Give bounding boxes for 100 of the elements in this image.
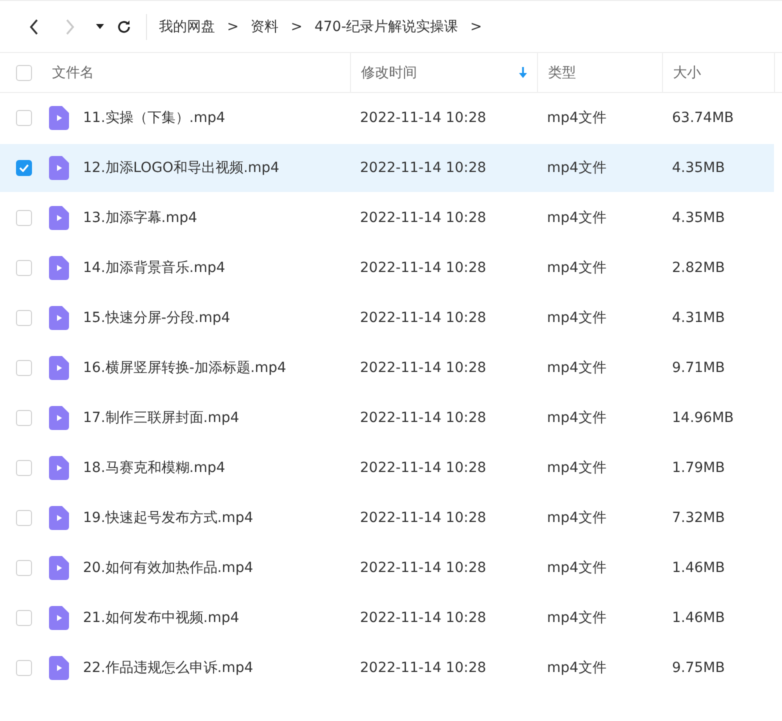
- checkbox[interactable]: [16, 260, 32, 276]
- modified-time: 2022-11-14 10:28: [359, 610, 488, 626]
- file-type: mp4文件: [546, 659, 608, 677]
- video-file-icon: [49, 456, 69, 480]
- breadcrumb-separator: >: [227, 18, 239, 34]
- file-name: 13.加添字幕.mp4: [83, 209, 198, 227]
- file-size: 4.31MB: [671, 310, 726, 326]
- file-name: 21.如何发布中视频.mp4: [83, 609, 240, 627]
- column-header[interactable]: 修改时间: [361, 53, 527, 92]
- modified-time: 2022-11-14 10:28: [359, 460, 488, 476]
- refresh-icon: [116, 18, 132, 34]
- file-name: 14.加添背景音乐.mp4: [83, 259, 226, 277]
- video-file-icon: [49, 606, 69, 630]
- file-name: 19.快速起号发布方式.mp4: [83, 509, 254, 527]
- modified-time: 2022-11-14 10:28: [359, 310, 488, 326]
- modified-time: 2022-11-14 10:28: [359, 110, 488, 126]
- checkbox[interactable]: [16, 510, 32, 526]
- video-file-icon: [49, 306, 69, 330]
- column-header[interactable]: 文件名: [52, 53, 340, 92]
- file-size: 4.35MB: [671, 210, 726, 226]
- checkbox[interactable]: [16, 110, 32, 126]
- file-row[interactable]: 18.马赛克和模糊.mp4 2022-11-14 10:28 mp4文件 1.79MB: [0, 444, 774, 492]
- modified-time: 2022-11-14 10:28: [359, 510, 488, 526]
- file-row[interactable]: 14.加添背景音乐.mp4 2022-11-14 10:28 mp4文件 2.82MB: [0, 244, 774, 292]
- video-file-icon: [49, 256, 69, 280]
- file-type: mp4文件: [546, 509, 608, 527]
- modified-time: 2022-11-14 10:28: [359, 260, 488, 276]
- file-type: mp4文件: [546, 559, 608, 577]
- breadcrumb-item[interactable]: 资料: [250, 18, 279, 36]
- checkbox[interactable]: [16, 360, 32, 376]
- modified-time: 2022-11-14 10:28: [359, 210, 488, 226]
- checkbox[interactable]: [16, 660, 32, 676]
- video-file-icon: [49, 206, 69, 230]
- file-row[interactable]: 16.横屏竖屏转换-加添标题.mp4 2022-11-14 10:28 mp4文件 9.71MB: [0, 344, 774, 392]
- video-file-icon: [49, 356, 69, 380]
- file-type: mp4文件: [546, 359, 608, 377]
- file-size: 4.35MB: [671, 160, 726, 176]
- column-header[interactable]: 大小: [673, 53, 764, 92]
- file-name: 16.横屏竖屏转换-加添标题.mp4: [83, 359, 286, 377]
- breadcrumb-separator: >: [470, 18, 482, 34]
- checkbox[interactable]: [16, 160, 32, 176]
- file-name: 17.制作三联屏封面.mp4: [83, 409, 240, 427]
- caret-icon: [96, 24, 104, 29]
- file-name: 20.如何有效加热作品.mp4: [83, 559, 254, 577]
- video-file-icon: [49, 406, 69, 430]
- video-file-icon: [49, 156, 69, 180]
- checkbox[interactable]: [16, 460, 32, 476]
- chevron-left-icon: [29, 18, 39, 34]
- file-name: 12.加添LOGO和导出视频.mp4: [83, 159, 280, 177]
- file-name: 11.实操（下集）.mp4: [83, 109, 226, 127]
- modified-time: 2022-11-14 10:28: [359, 560, 488, 576]
- chevron-right-icon: [65, 18, 75, 34]
- checkbox[interactable]: [16, 410, 32, 426]
- file-row[interactable]: 19.快速起号发布方式.mp4 2022-11-14 10:28 mp4文件 7.32MB: [0, 494, 774, 542]
- breadcrumb-item[interactable]: 我的网盘: [159, 18, 215, 36]
- checkbox[interactable]: [16, 610, 32, 626]
- file-type: mp4文件: [546, 459, 608, 477]
- file-type: mp4文件: [546, 159, 608, 177]
- file-size: 9.71MB: [671, 360, 726, 376]
- file-row[interactable]: 22.作品违规怎么申诉.mp4 2022-11-14 10:28 mp4文件 9.75MB: [0, 644, 774, 692]
- file-type: mp4文件: [546, 609, 608, 627]
- modified-time: 2022-11-14 10:28: [359, 360, 488, 376]
- file-row[interactable]: 21.如何发布中视频.mp4 2022-11-14 10:28 mp4文件 1.46MB: [0, 594, 774, 642]
- breadcrumb-item[interactable]: 470-纪录片解说实操课: [314, 18, 458, 36]
- checkbox[interactable]: [16, 210, 32, 226]
- file-row[interactable]: 13.加添字幕.mp4 2022-11-14 10:28 mp4文件 4.35MB: [0, 194, 774, 242]
- file-size: 1.46MB: [671, 610, 726, 626]
- sort-arrow-icon: [519, 67, 527, 78]
- checkbox[interactable]: [16, 64, 32, 80]
- video-file-icon: [49, 106, 69, 130]
- video-file-icon: [49, 556, 69, 580]
- checkbox[interactable]: [16, 310, 32, 326]
- checkbox[interactable]: [16, 560, 32, 576]
- video-file-icon: [49, 506, 69, 530]
- file-row[interactable]: 17.制作三联屏封面.mp4 2022-11-14 10:28 mp4文件 14.96MB: [0, 394, 774, 442]
- file-type: mp4文件: [546, 209, 608, 227]
- column-header[interactable]: 类型: [548, 53, 652, 92]
- file-name: 15.快速分屏-分段.mp4: [83, 309, 230, 327]
- file-type: mp4文件: [546, 309, 608, 327]
- modified-time: 2022-11-14 10:28: [359, 660, 488, 676]
- file-size: 7.32MB: [671, 510, 726, 526]
- video-file-icon: [49, 656, 69, 680]
- file-name: 22.作品违规怎么申诉.mp4: [83, 659, 254, 677]
- file-type: mp4文件: [546, 409, 608, 427]
- file-size: 14.96MB: [671, 410, 735, 426]
- file-type: mp4文件: [546, 259, 608, 277]
- breadcrumb-separator: >: [290, 18, 302, 34]
- file-row[interactable]: 11.实操（下集）.mp4 2022-11-14 10:28 mp4文件 63.74MB: [0, 94, 774, 142]
- file-row[interactable]: 12.加添LOGO和导出视频.mp4 2022-11-14 10:28 mp4文件 4.35MB: [0, 144, 774, 192]
- file-size: 2.82MB: [671, 260, 726, 276]
- file-row[interactable]: 20.如何有效加热作品.mp4 2022-11-14 10:28 mp4文件 1.46MB: [0, 544, 774, 592]
- file-size: 63.74MB: [671, 110, 735, 126]
- file-name: 18.马赛克和模糊.mp4: [83, 459, 226, 477]
- checkmark-icon: [19, 164, 29, 172]
- modified-time: 2022-11-14 10:28: [359, 160, 488, 176]
- file-row[interactable]: 15.快速分屏-分段.mp4 2022-11-14 10:28 mp4文件 4.31MB: [0, 294, 774, 342]
- modified-time: 2022-11-14 10:28: [359, 410, 488, 426]
- file-size: 9.75MB: [671, 660, 726, 676]
- file-size: 1.46MB: [671, 560, 726, 576]
- file-type: mp4文件: [546, 109, 608, 127]
